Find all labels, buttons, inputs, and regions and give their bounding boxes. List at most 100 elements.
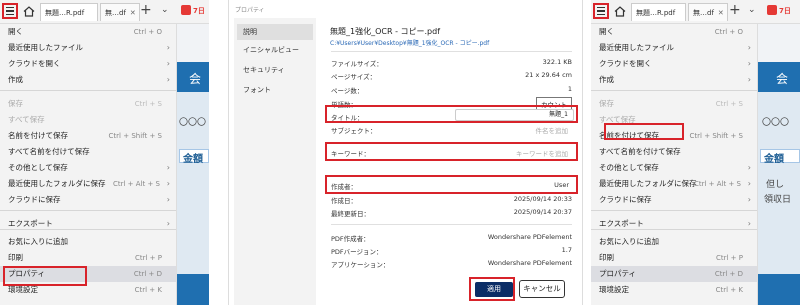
menu-item-label: クラウドに保存 <box>599 195 652 204</box>
menu-item[interactable]: 保存 Ctrl + S <box>0 96 176 112</box>
menu-item[interactable]: 環境設定 Ctrl + K <box>591 282 757 298</box>
cancel-button[interactable]: キャンセル <box>519 280 565 298</box>
doc-header-band: 会 <box>177 62 209 92</box>
subject-input[interactable]: 件名を追加 <box>536 125 569 135</box>
menu-item-shortcut: Ctrl + D <box>714 270 743 278</box>
divider <box>331 224 572 225</box>
chevron-right-icon: › <box>166 75 170 84</box>
menu-item-label: 印刷 <box>8 253 23 262</box>
chevron-right-icon: › <box>166 43 170 52</box>
menu-item[interactable]: お気に入りに追加 <box>591 234 757 250</box>
gift-icon[interactable] <box>767 5 777 15</box>
file-menu: 開く Ctrl + O 最近使用したファイル › クラウドを開く › 作成 › 保存 Ctrl +… <box>0 24 177 305</box>
doc-text: 〇〇〇 <box>762 118 790 128</box>
menu-item[interactable]: 最近使用したフォルダに保存 Ctrl + Alt + S › <box>0 176 176 192</box>
tab-document-1[interactable]: 無題…R.pdf <box>631 3 686 21</box>
menu-item[interactable]: エクスポート › <box>591 216 757 232</box>
menu-item[interactable]: 名前を付けて保存 Ctrl + Shift + S <box>0 128 176 144</box>
field-value: 2025/09/14 20:33 <box>513 195 572 203</box>
properties-dialog: プロパティ 説明 イニシャルビュー セキュリティ フォント 無題_1強化_OCR… <box>228 0 583 305</box>
chevron-down-icon[interactable]: ⌄ <box>748 5 756 15</box>
menu-item[interactable]: 保存 Ctrl + S <box>591 96 757 112</box>
doc-amount-label: 金額 <box>764 154 784 165</box>
menu-separator <box>0 210 176 211</box>
menu-item[interactable]: 印刷 Ctrl + P <box>591 250 757 266</box>
field-value: 1 <box>567 85 572 93</box>
new-tab-icon[interactable]: + <box>729 2 741 18</box>
document-background: 会 〇〇〇 金額 但し 領収日 <box>758 62 800 305</box>
menu-item-shortcut: Ctrl + K <box>715 286 743 294</box>
field-label: 作成日： <box>331 197 357 205</box>
menu-item-shortcut: Ctrl + K <box>134 286 162 294</box>
menu-item-label: 最近使用したファイル <box>8 43 83 52</box>
menu-item[interactable]: その他として保存 › <box>0 160 176 176</box>
promo-label[interactable]: 7日 <box>779 6 791 16</box>
menu-item-label: クラウドに保存 <box>8 195 61 204</box>
menu-item[interactable]: クラウドに保存 › <box>591 192 757 208</box>
gift-icon[interactable] <box>181 5 191 15</box>
field-label: アプリケーション： <box>331 261 390 269</box>
sidebar-item-security[interactable]: セキュリティ <box>237 62 313 78</box>
menu-item[interactable]: 作成 › <box>0 72 176 88</box>
sidebar-item-initial-view[interactable]: イニシャルビュー <box>237 42 313 58</box>
menu-item[interactable]: その他として保存 › <box>591 160 757 176</box>
field-label: 最終更新日： <box>331 210 370 218</box>
menu-item[interactable]: プロパティ Ctrl + D <box>591 266 757 282</box>
chevron-right-icon: › <box>166 195 170 204</box>
sidebar-item-description[interactable]: 説明 <box>237 24 313 40</box>
field-value: Wondershare PDFelement <box>487 259 572 267</box>
menu-item-label: 開く <box>599 27 614 36</box>
menu-item[interactable]: 開く Ctrl + O <box>591 24 757 40</box>
modified-row: 最終更新日： 2025/09/14 20:37 <box>331 208 572 219</box>
menu-item[interactable]: クラウドを開く › <box>0 56 176 72</box>
menu-item[interactable]: 最近使用したフォルダに保存 Ctrl + Alt + S › <box>591 176 757 192</box>
file-path[interactable]: C:¥Users¥User¥Desktop¥無題_1強化_OCR - コピー.p… <box>330 38 489 47</box>
menu-item-shortcut: Ctrl + O <box>714 28 743 36</box>
menu-item-shortcut: Ctrl + D <box>133 270 162 278</box>
menu-item[interactable]: 最近使用したファイル › <box>0 40 176 56</box>
doc-text: 但し <box>766 180 785 190</box>
tab-document-1[interactable]: 無題…R.pdf <box>40 3 98 21</box>
chevron-down-icon[interactable]: ⌄ <box>161 5 169 15</box>
menu-item[interactable]: すべて保存 <box>0 112 176 128</box>
menu-item[interactable]: すべて名前を付けて保存 <box>591 144 757 160</box>
sidebar-item-fonts[interactable]: フォント <box>237 82 313 98</box>
menu-item-shortcut: Ctrl + Alt + S <box>693 180 741 188</box>
menu-item[interactable]: クラウドを開く › <box>591 56 757 72</box>
tab-document-2[interactable]: 無…df ✕ <box>688 3 728 21</box>
close-icon[interactable]: ✕ <box>130 9 136 17</box>
page-count-row: ページ数： 1 <box>331 85 572 96</box>
menu-icon[interactable] <box>2 3 18 19</box>
home-icon[interactable] <box>23 6 35 17</box>
tab-bar: 無題…R.pdf 無…df ✕ + ⌄ 7日 <box>591 0 800 24</box>
document-background: 会 〇〇〇 金額 <box>177 62 209 305</box>
left-app-window: 無題…R.pdf 無…df ✕ + ⌄ 7日 会 〇〇〇 金額 開く Ctrl + … <box>0 0 209 305</box>
menu-item[interactable]: 最近使用したファイル › <box>591 40 757 56</box>
tab-label: 無…df <box>105 9 126 17</box>
menu-icon[interactable] <box>593 3 609 19</box>
menu-item-label: その他として保存 <box>8 163 68 172</box>
chevron-right-icon: › <box>166 59 170 68</box>
chevron-right-icon: › <box>747 75 751 84</box>
new-tab-icon[interactable]: + <box>140 2 152 18</box>
menu-item-label: 印刷 <box>599 253 614 262</box>
field-value: 2025/09/14 20:37 <box>513 208 572 216</box>
menu-item[interactable]: 作成 › <box>591 72 757 88</box>
tab-document-2[interactable]: 無…df ✕ <box>100 3 140 21</box>
menu-item[interactable]: 印刷 Ctrl + P <box>0 250 176 266</box>
promo-label[interactable]: 7日 <box>193 6 205 16</box>
menu-item-label: 名前を付けて保存 <box>8 131 68 140</box>
menu-item[interactable]: エクスポート › <box>0 216 176 232</box>
home-icon[interactable] <box>614 6 626 17</box>
menu-item[interactable]: お気に入りに追加 <box>0 234 176 250</box>
close-icon[interactable]: ✕ <box>718 9 724 17</box>
menu-item-label: すべて名前を付けて保存 <box>8 147 90 156</box>
menu-item-shortcut: Ctrl + S <box>134 100 162 108</box>
highlight-properties <box>3 266 87 286</box>
highlight-author <box>325 175 578 194</box>
menu-item[interactable]: 開く Ctrl + O <box>0 24 176 40</box>
chevron-right-icon: › <box>747 195 751 204</box>
menu-item-shortcut: Ctrl + O <box>133 28 162 36</box>
menu-item[interactable]: すべて名前を付けて保存 <box>0 144 176 160</box>
menu-item[interactable]: クラウドに保存 › <box>0 192 176 208</box>
